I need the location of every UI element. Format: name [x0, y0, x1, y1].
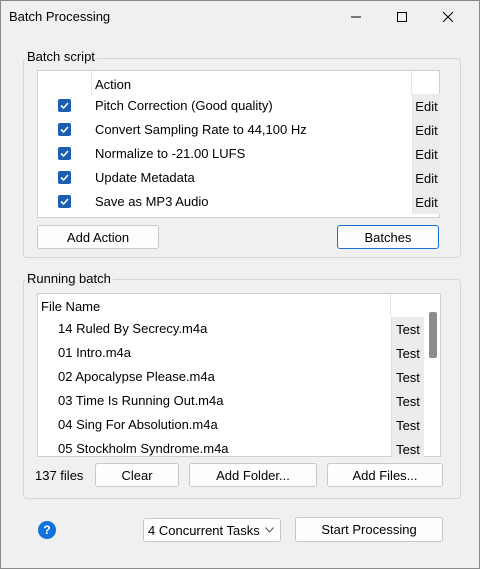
- maximize-button[interactable]: [379, 1, 425, 33]
- file-name: 05 Stockholm Syndrome.m4a: [58, 441, 229, 456]
- test-button[interactable]: Test: [391, 365, 424, 389]
- add-files-button[interactable]: Add Files...: [327, 463, 443, 487]
- action-checkbox[interactable]: [58, 195, 71, 208]
- action-label: Convert Sampling Rate to 44,100 Hz: [95, 122, 307, 137]
- file-count: 137 files: [35, 468, 84, 483]
- action-row[interactable]: Normalize to -21.00 LUFS Edit: [38, 142, 440, 166]
- action-row[interactable]: Save as MP3 Audio Edit: [38, 190, 440, 214]
- action-checkbox[interactable]: [58, 171, 71, 184]
- checkmark-icon: [60, 174, 69, 182]
- action-checkbox[interactable]: [58, 99, 71, 112]
- minimize-button[interactable]: [333, 1, 379, 33]
- checkmark-icon: [60, 126, 69, 134]
- close-button[interactable]: [425, 1, 471, 33]
- test-button[interactable]: Test: [391, 389, 424, 413]
- test-button[interactable]: Test: [391, 341, 424, 365]
- action-checkbox[interactable]: [58, 147, 71, 160]
- window-title: Batch Processing: [9, 9, 111, 24]
- action-label: Normalize to -21.00 LUFS: [95, 146, 246, 161]
- file-name: 01 Intro.m4a: [58, 345, 131, 360]
- start-processing-button[interactable]: Start Processing: [295, 517, 443, 542]
- file-row[interactable]: 02 Apocalypse Please.m4a Test: [38, 365, 424, 389]
- edit-button[interactable]: Edit: [412, 190, 440, 214]
- test-button[interactable]: Test: [391, 437, 424, 457]
- minimize-icon: [351, 16, 361, 18]
- add-folder-button[interactable]: Add Folder...: [189, 463, 317, 487]
- maximize-icon: [397, 12, 407, 22]
- file-row[interactable]: 03 Time Is Running Out.m4a Test: [38, 389, 424, 413]
- test-button[interactable]: Test: [391, 413, 424, 437]
- edit-button[interactable]: Edit: [412, 118, 440, 142]
- file-name: 14 Ruled By Secrecy.m4a: [58, 321, 208, 336]
- edit-button[interactable]: Edit: [412, 94, 440, 118]
- concurrency-select[interactable]: 4 Concurrent Tasks: [143, 518, 281, 542]
- concurrency-value: 4 Concurrent Tasks: [148, 523, 260, 538]
- edit-button[interactable]: Edit: [412, 166, 440, 190]
- batches-button[interactable]: Batches: [337, 225, 439, 249]
- file-row[interactable]: 14 Ruled By Secrecy.m4a Test: [38, 317, 424, 341]
- file-list[interactable]: File Name 14 Ruled By Secrecy.m4a Test 0…: [37, 293, 441, 457]
- file-name: 03 Time Is Running Out.m4a: [58, 393, 224, 408]
- action-row[interactable]: Pitch Correction (Good quality) Edit: [38, 94, 440, 118]
- batch-processing-window: Batch Processing Batch script Action Pit…: [0, 0, 480, 569]
- action-row[interactable]: Update Metadata Edit: [38, 166, 440, 190]
- file-list-scrollbar[interactable]: [425, 294, 440, 456]
- file-name: 04 Sing For Absolution.m4a: [58, 417, 218, 432]
- add-action-button[interactable]: Add Action: [37, 225, 159, 249]
- title-bar[interactable]: Batch Processing: [1, 1, 479, 33]
- edit-button[interactable]: Edit: [412, 142, 440, 166]
- action-label: Update Metadata: [95, 170, 195, 185]
- scroll-thumb[interactable]: [429, 312, 437, 358]
- checkmark-icon: [60, 102, 69, 110]
- action-row[interactable]: Convert Sampling Rate to 44,100 Hz Edit: [38, 118, 440, 142]
- checkmark-icon: [60, 150, 69, 158]
- close-icon: [443, 12, 453, 22]
- checkmark-icon: [60, 198, 69, 206]
- action-label: Pitch Correction (Good quality): [95, 98, 273, 113]
- file-name: 02 Apocalypse Please.m4a: [58, 369, 215, 384]
- running-batch-label: Running batch: [25, 271, 113, 286]
- action-column-header: Action: [95, 77, 132, 92]
- chevron-down-icon: [265, 527, 274, 533]
- clear-button[interactable]: Clear: [95, 463, 179, 487]
- help-icon[interactable]: ?: [38, 521, 56, 539]
- batch-script-label: Batch script: [25, 49, 97, 64]
- action-label: Save as MP3 Audio: [95, 194, 209, 209]
- file-row[interactable]: 05 Stockholm Syndrome.m4a Test: [38, 437, 424, 457]
- file-row[interactable]: 01 Intro.m4a Test: [38, 341, 424, 365]
- file-name-column-header: File Name: [41, 299, 101, 314]
- file-row[interactable]: 04 Sing For Absolution.m4a Test: [38, 413, 424, 437]
- action-list[interactable]: Action Pitch Correction (Good quality) E…: [37, 70, 440, 218]
- test-button[interactable]: Test: [391, 317, 424, 341]
- action-checkbox[interactable]: [58, 123, 71, 136]
